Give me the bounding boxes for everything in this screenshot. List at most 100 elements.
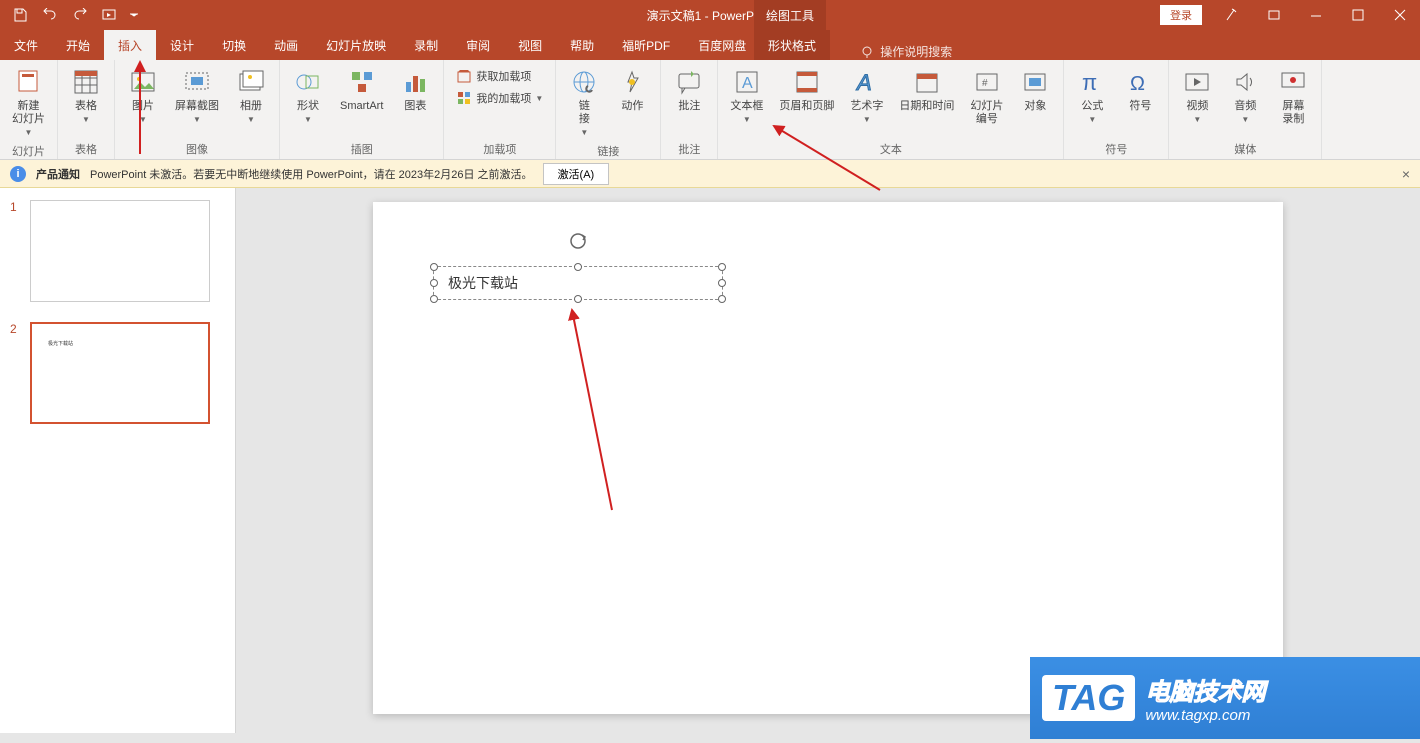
resize-handle[interactable]: [718, 263, 726, 271]
contextual-tab-label: 绘图工具: [754, 0, 826, 30]
chart-button[interactable]: 图表: [393, 62, 437, 117]
tab-shape-format[interactable]: 形状格式: [754, 30, 830, 60]
action-button[interactable]: 动作: [610, 62, 654, 117]
pictures-button[interactable]: 图片▼: [121, 62, 165, 128]
slide-number-1: 1: [10, 200, 24, 302]
tab-animations[interactable]: 动画: [260, 30, 312, 60]
datetime-button[interactable]: 日期和时间: [893, 62, 960, 117]
resize-handle[interactable]: [574, 263, 582, 271]
my-addins-button[interactable]: 我的加载项▼: [450, 88, 549, 108]
coming-soon-button[interactable]: [1212, 3, 1252, 27]
tell-me-search[interactable]: 操作说明搜索: [850, 43, 962, 60]
object-icon: [1019, 66, 1051, 98]
album-icon: [235, 66, 267, 98]
textbox-button[interactable]: A文本框▼: [724, 62, 769, 128]
chevron-down-icon: ▼: [25, 128, 33, 137]
resize-handle[interactable]: [574, 295, 582, 303]
slide-thumb-1[interactable]: 1: [0, 196, 235, 306]
new-slide-button[interactable]: 新建 幻灯片 ▼: [6, 62, 51, 141]
screen-rec-icon: [1277, 66, 1309, 98]
resize-handle[interactable]: [718, 279, 726, 287]
link-button[interactable]: 链 接▼: [562, 62, 606, 141]
login-button[interactable]: 登录: [1160, 5, 1202, 25]
redo-button[interactable]: [66, 3, 94, 27]
slide-canvas[interactable]: 极光下载站: [373, 202, 1283, 714]
tab-insert[interactable]: 插入: [104, 30, 156, 60]
resize-handle[interactable]: [430, 295, 438, 303]
close-notification-button[interactable]: ×: [1402, 166, 1410, 182]
workspace: 1 2 极光下载站 极光下载站: [0, 188, 1420, 733]
thumb-preview-2: 极光下载站: [30, 322, 210, 424]
slide-number-button[interactable]: #幻灯片 编号: [964, 62, 1009, 130]
maximize-button[interactable]: [1338, 3, 1378, 27]
group-illustrations-label: 插图: [286, 139, 437, 159]
group-links-label: 链接: [562, 141, 654, 161]
photo-album-button[interactable]: 相册▼: [229, 62, 273, 128]
bulb-icon: [860, 45, 874, 59]
save-button[interactable]: [6, 3, 34, 27]
screenshot-icon: [181, 66, 213, 98]
slide-thumb-2[interactable]: 2 极光下载站: [0, 318, 235, 428]
comment-button[interactable]: 批注: [667, 62, 711, 117]
chevron-down-icon: ▼: [304, 115, 312, 124]
svg-text:Ω: Ω: [1130, 73, 1145, 95]
group-symbols-label: 符号: [1070, 139, 1162, 159]
resize-handle[interactable]: [430, 263, 438, 271]
selected-textbox[interactable]: 极光下载站: [433, 266, 723, 300]
resize-handle[interactable]: [430, 279, 438, 287]
shapes-button[interactable]: 形状▼: [286, 62, 330, 128]
chevron-down-icon: ▼: [139, 115, 147, 124]
tell-me-label: 操作说明搜索: [880, 43, 952, 60]
new-slide-icon: [13, 66, 45, 98]
close-button[interactable]: [1380, 3, 1420, 27]
start-from-beginning-button[interactable]: [96, 3, 124, 27]
wordart-button[interactable]: A艺术字▼: [844, 62, 889, 128]
chevron-down-icon: ▼: [580, 128, 588, 137]
watermark-tag: TAG: [1042, 675, 1135, 721]
tab-home[interactable]: 开始: [52, 30, 104, 60]
resize-handle[interactable]: [718, 295, 726, 303]
table-button[interactable]: 表格 ▼: [64, 62, 108, 128]
tab-slideshow[interactable]: 幻灯片放映: [312, 30, 400, 60]
svg-text:A: A: [855, 70, 872, 95]
chevron-down-icon: ▼: [1088, 115, 1096, 124]
tab-review[interactable]: 审阅: [452, 30, 504, 60]
activate-button[interactable]: 激活(A): [543, 163, 610, 185]
chevron-down-icon: ▼: [863, 115, 871, 124]
rotate-handle[interactable]: [568, 231, 588, 251]
tab-baidu[interactable]: 百度网盘: [684, 30, 760, 60]
qat-customize-button[interactable]: [126, 3, 142, 27]
screen-recording-button[interactable]: 屏幕 录制: [1271, 62, 1315, 130]
minimize-button[interactable]: [1296, 3, 1336, 27]
slide-thumbnails-panel[interactable]: 1 2 极光下载站: [0, 188, 236, 733]
screenshot-button[interactable]: 屏幕截图▼: [169, 62, 225, 128]
slide-canvas-area[interactable]: 极光下载站: [236, 188, 1420, 733]
audio-icon: [1229, 66, 1261, 98]
smartart-button[interactable]: SmartArt: [334, 62, 389, 117]
group-media-label: 媒体: [1175, 139, 1315, 159]
tab-view[interactable]: 视图: [504, 30, 556, 60]
tab-foxit[interactable]: 福昕PDF: [608, 30, 684, 60]
header-footer-button[interactable]: 页眉和页脚: [773, 62, 840, 117]
get-addins-button[interactable]: 获取加载项: [450, 66, 549, 86]
tab-design[interactable]: 设计: [156, 30, 208, 60]
tab-help[interactable]: 帮助: [556, 30, 608, 60]
chevron-down-icon: ▼: [193, 115, 201, 124]
datetime-icon: [911, 66, 943, 98]
equation-button[interactable]: π公式▼: [1070, 62, 1114, 128]
video-button[interactable]: 视频▼: [1175, 62, 1219, 128]
tab-record[interactable]: 录制: [400, 30, 452, 60]
object-button[interactable]: 对象: [1013, 62, 1057, 117]
shapes-icon: [292, 66, 324, 98]
info-icon: i: [10, 166, 26, 182]
watermark-title: 电脑技术网: [1145, 672, 1265, 707]
ribbon-display-button[interactable]: [1254, 3, 1294, 27]
undo-button[interactable]: [36, 3, 64, 27]
notice-label: 产品通知: [36, 166, 80, 182]
audio-button[interactable]: 音频▼: [1223, 62, 1267, 128]
symbol-button[interactable]: Ω符号: [1118, 62, 1162, 117]
ribbon: 新建 幻灯片 ▼ 幻灯片 表格 ▼ 表格 图片▼ 屏幕截图▼ 相册▼ 图像 形状…: [0, 60, 1420, 160]
tab-transitions[interactable]: 切换: [208, 30, 260, 60]
tab-file[interactable]: 文件: [0, 30, 52, 60]
equation-icon: π: [1076, 66, 1108, 98]
